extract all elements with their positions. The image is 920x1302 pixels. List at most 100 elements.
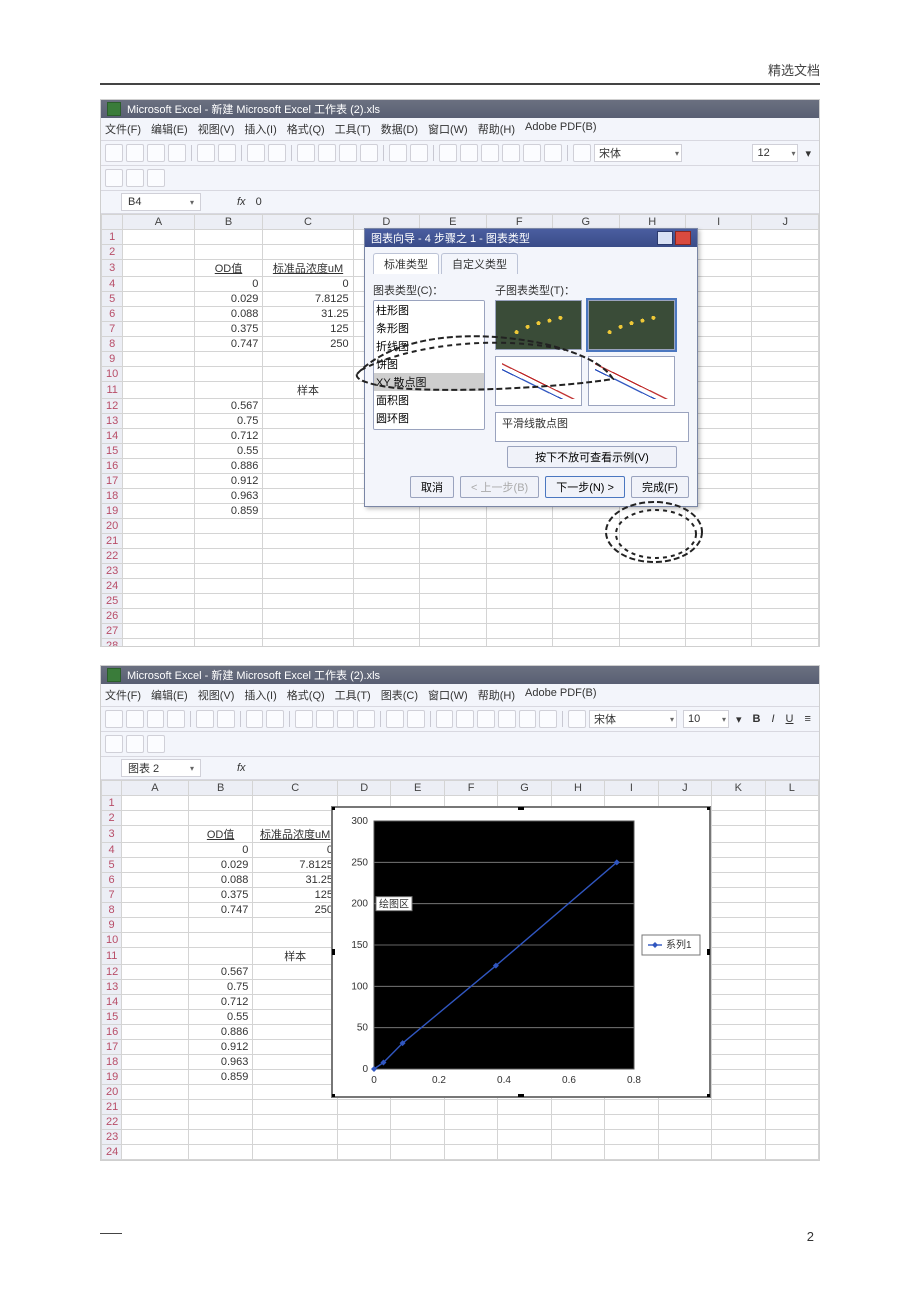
paste-icon[interactable]: [337, 710, 355, 728]
pdf-convert-icon[interactable]: [105, 169, 123, 187]
cut-icon[interactable]: [295, 710, 313, 728]
menu-pdf[interactable]: Adobe PDF(B): [525, 121, 597, 137]
menu-bar[interactable]: 文件(F) 编辑(E) 视图(V) 插入(I) 格式(Q) 工具(T) 图表(C…: [101, 684, 819, 707]
name-box[interactable]: B4: [121, 193, 201, 211]
menu-insert[interactable]: 插入(I): [244, 121, 276, 137]
menu-format[interactable]: 格式(Q): [287, 687, 325, 703]
sort-desc-icon[interactable]: [502, 144, 520, 162]
preview-icon[interactable]: [218, 144, 236, 162]
help-icon[interactable]: [544, 144, 562, 162]
menu-view[interactable]: 视图(V): [198, 121, 235, 137]
chart-wizard-icon[interactable]: [519, 710, 537, 728]
pdf-email-icon[interactable]: [126, 735, 144, 753]
copy-icon[interactable]: [318, 144, 336, 162]
bold-icon[interactable]: B: [749, 713, 765, 725]
menu-data[interactable]: 数据(D): [381, 121, 418, 137]
menu-window[interactable]: 窗口(W): [428, 121, 468, 137]
new-icon[interactable]: [105, 710, 123, 728]
help-icon[interactable]: [539, 710, 557, 728]
research-icon[interactable]: [266, 710, 284, 728]
cancel-button[interactable]: 取消: [410, 476, 454, 498]
pdf-icon[interactable]: [573, 144, 591, 162]
chart-type-list[interactable]: 柱形图条形图折线图饼图XY 散点图面积图圆环图雷达图曲面图: [373, 300, 485, 430]
chart-wizard-icon[interactable]: [523, 144, 541, 162]
formula-value[interactable]: 0: [256, 196, 262, 208]
subtype-thumb-2[interactable]: [588, 300, 675, 350]
research-icon[interactable]: [268, 144, 286, 162]
format-painter-icon[interactable]: [357, 710, 375, 728]
embedded-chart[interactable]: 05010015020025030000.20.40.60.8绘图区系列1: [331, 806, 709, 1096]
copy-icon[interactable]: [316, 710, 334, 728]
dropdown-icon[interactable]: ▾: [732, 713, 746, 726]
hyperlink-icon[interactable]: [439, 144, 457, 162]
print-icon[interactable]: [196, 710, 214, 728]
menu-file[interactable]: 文件(F): [105, 687, 141, 703]
finish-button[interactable]: 完成(F): [631, 476, 689, 498]
hyperlink-icon[interactable]: [436, 710, 454, 728]
menu-file[interactable]: 文件(F): [105, 121, 141, 137]
subtype-thumb-1[interactable]: [495, 300, 582, 350]
sub-type-preview[interactable]: [495, 300, 675, 406]
next-button[interactable]: 下一步(N) >: [545, 476, 625, 498]
save-icon[interactable]: [147, 710, 165, 728]
undo-icon[interactable]: [389, 144, 407, 162]
underline-icon[interactable]: U: [782, 713, 798, 725]
menu-help[interactable]: 帮助(H): [478, 687, 515, 703]
subtype-thumb-4[interactable]: [588, 356, 675, 406]
autosum-icon[interactable]: [456, 710, 474, 728]
permission-icon[interactable]: [167, 710, 185, 728]
sort-desc-icon[interactable]: [498, 710, 516, 728]
pdf-icon[interactable]: [568, 710, 586, 728]
name-box[interactable]: 图表 2: [121, 759, 201, 777]
pdf-review-icon[interactable]: [147, 735, 165, 753]
menu-tools[interactable]: 工具(T): [335, 121, 371, 137]
press-hold-preview-button[interactable]: 按下不放可查看示例(V): [507, 446, 677, 468]
menu-edit[interactable]: 编辑(E): [151, 687, 188, 703]
menu-chart[interactable]: 图表(C): [381, 687, 418, 703]
spell-icon[interactable]: [246, 710, 264, 728]
menu-help[interactable]: 帮助(H): [478, 121, 515, 137]
menu-insert[interactable]: 插入(I): [244, 687, 276, 703]
tab-custom-types[interactable]: 自定义类型: [441, 253, 518, 274]
help-icon[interactable]: [657, 231, 673, 245]
font-name-select[interactable]: 宋体: [589, 710, 677, 728]
pdf-convert-icon[interactable]: [105, 735, 123, 753]
fx-icon[interactable]: fx: [237, 196, 246, 208]
fx-icon[interactable]: fx: [237, 762, 246, 774]
format-painter-icon[interactable]: [360, 144, 378, 162]
undo-icon[interactable]: [386, 710, 404, 728]
menu-view[interactable]: 视图(V): [198, 687, 235, 703]
menu-format[interactable]: 格式(Q): [287, 121, 325, 137]
pdf-email-icon[interactable]: [126, 169, 144, 187]
sort-asc-icon[interactable]: [477, 710, 495, 728]
spell-icon[interactable]: [247, 144, 265, 162]
font-size-select[interactable]: 10: [683, 710, 729, 728]
permission-icon[interactable]: [168, 144, 186, 162]
font-name-select[interactable]: 宋体: [594, 144, 682, 162]
menu-bar[interactable]: 文件(F) 编辑(E) 视图(V) 插入(I) 格式(Q) 工具(T) 数据(D…: [101, 118, 819, 141]
align-icon[interactable]: ≡: [800, 713, 814, 725]
redo-icon[interactable]: [407, 710, 425, 728]
open-icon[interactable]: [126, 710, 144, 728]
new-icon[interactable]: [105, 144, 123, 162]
cut-icon[interactable]: [297, 144, 315, 162]
back-button[interactable]: < 上一步(B): [460, 476, 539, 498]
save-icon[interactable]: [147, 144, 165, 162]
menu-window[interactable]: 窗口(W): [428, 687, 468, 703]
subtype-thumb-3[interactable]: [495, 356, 582, 406]
print-icon[interactable]: [197, 144, 215, 162]
close-icon[interactable]: [675, 231, 691, 245]
tab-standard-types[interactable]: 标准类型: [373, 253, 439, 274]
menu-edit[interactable]: 编辑(E): [151, 121, 188, 137]
italic-icon[interactable]: I: [767, 713, 778, 725]
font-size-select[interactable]: 12: [752, 144, 798, 162]
pdf-review-icon[interactable]: [147, 169, 165, 187]
dropdown-icon[interactable]: ▾: [801, 147, 815, 160]
sort-asc-icon[interactable]: [481, 144, 499, 162]
redo-icon[interactable]: [410, 144, 428, 162]
menu-pdf[interactable]: Adobe PDF(B): [525, 687, 597, 703]
menu-tools[interactable]: 工具(T): [335, 687, 371, 703]
autosum-icon[interactable]: [460, 144, 478, 162]
open-icon[interactable]: [126, 144, 144, 162]
preview-icon[interactable]: [217, 710, 235, 728]
